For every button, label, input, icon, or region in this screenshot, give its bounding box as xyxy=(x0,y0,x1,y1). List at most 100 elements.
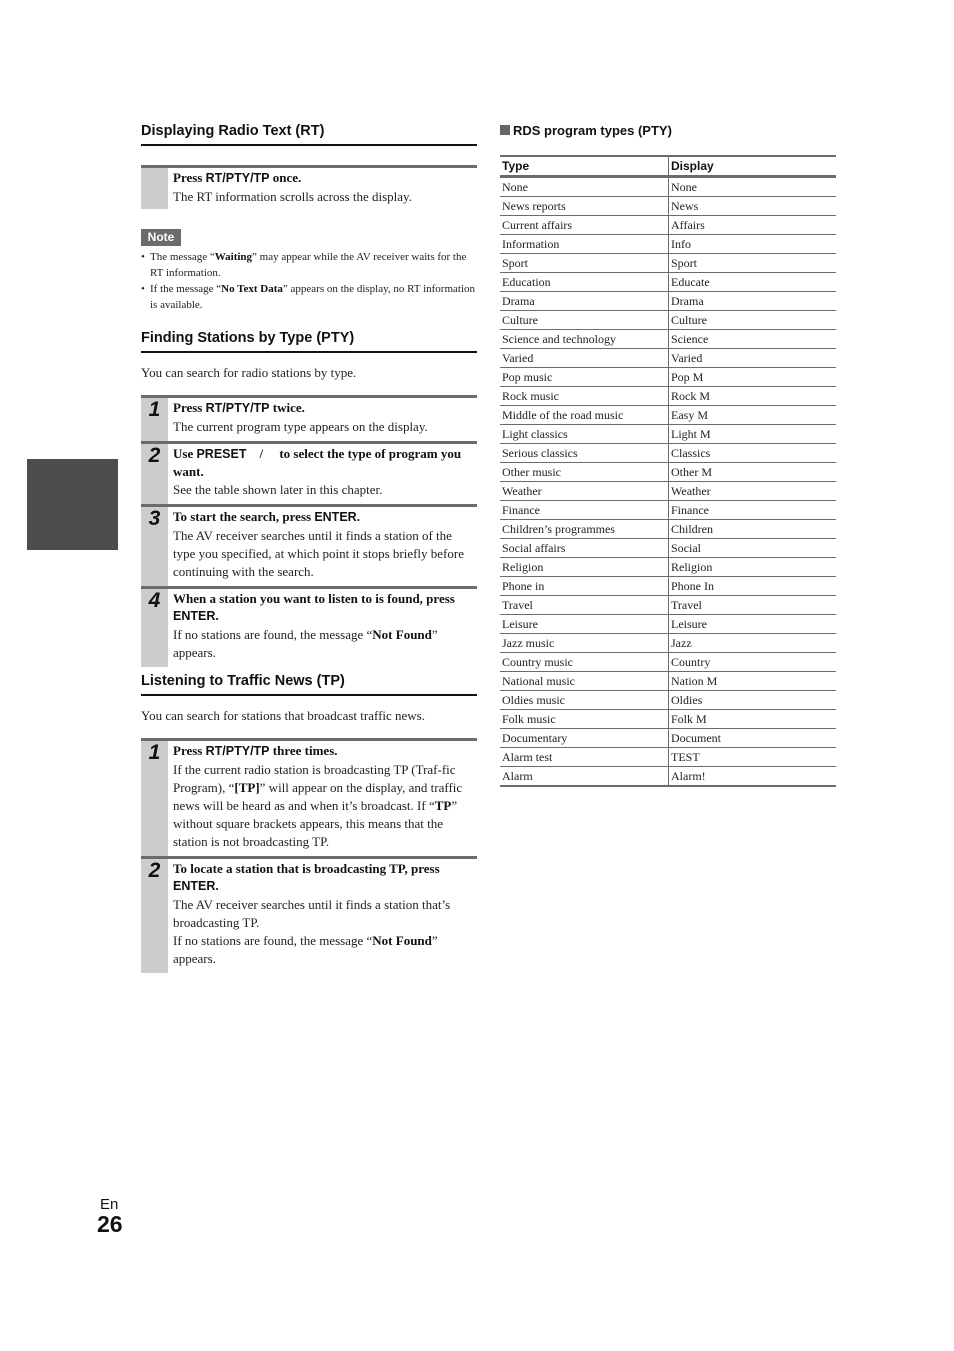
table-row: Travel Travel xyxy=(500,595,836,615)
cell-type: Serious classics xyxy=(500,443,669,463)
step-number: 2 xyxy=(141,444,168,504)
key-name: RT/PTY/TP xyxy=(205,401,270,415)
key-name: RT/PTY/TP xyxy=(205,171,270,185)
table-row: Current affairs Affairs xyxy=(500,215,836,235)
step-description: If the current radio station is broadcas… xyxy=(173,762,463,849)
cell-type: Country music xyxy=(500,652,669,672)
section-title-rt: Displaying Radio Text (RT) xyxy=(141,122,477,146)
cell-display: Classics xyxy=(668,443,836,463)
cell-display: News xyxy=(668,196,836,216)
table-row: Religion Religion xyxy=(500,557,836,577)
table-row: Other music Other M xyxy=(500,462,836,482)
step-instruction: To start the search, press ENTER. xyxy=(173,509,360,524)
cell-type: Alarm xyxy=(500,766,669,787)
table-row: Information Info xyxy=(500,234,836,254)
key-name: PRESET xyxy=(196,447,247,461)
step-number: 1 xyxy=(141,398,168,441)
table-row: Jazz music Jazz xyxy=(500,633,836,653)
table-row: Varied Varied xyxy=(500,348,836,368)
cell-display: Jazz xyxy=(668,633,836,653)
cell-type: Phone in xyxy=(500,576,669,596)
cell-display: Culture xyxy=(668,310,836,330)
table-row: National music Nation M xyxy=(500,671,836,691)
cell-display: TEST xyxy=(668,747,836,767)
step-description: The RT information scrolls across the di… xyxy=(173,189,412,204)
cell-display: Travel xyxy=(668,595,836,615)
step-number: 4 xyxy=(141,589,168,667)
cell-type: Information xyxy=(500,234,669,254)
step-instruction: When a station you want to listen to is … xyxy=(173,591,455,623)
cell-type: National music xyxy=(500,671,669,691)
tp-step-2: 2 To locate a station that is broadcasti… xyxy=(141,856,477,973)
cell-type: Drama xyxy=(500,291,669,311)
cell-display: Nation M xyxy=(668,671,836,691)
cell-type: Rock music xyxy=(500,386,669,406)
tp-intro: You can search for stations that broadca… xyxy=(141,708,425,723)
cell-display: Drama xyxy=(668,291,836,311)
table-row: Serious classics Classics xyxy=(500,443,836,463)
table-row: Children’s programmes Children xyxy=(500,519,836,539)
cell-display: Light M xyxy=(668,424,836,444)
square-bullet-icon xyxy=(500,125,510,135)
table-row: Rock music Rock M xyxy=(500,386,836,406)
cell-display: Alarm! xyxy=(668,766,836,787)
table-row: None None xyxy=(500,176,836,197)
table-row: Alarm test TEST xyxy=(500,747,836,767)
cell-type: Documentary xyxy=(500,728,669,748)
section-title-pty: Finding Stations by Type (PTY) xyxy=(141,329,477,353)
cell-type: Varied xyxy=(500,348,669,368)
cell-display: Document xyxy=(668,728,836,748)
step-description: The AV receiver searches until it finds … xyxy=(173,528,464,579)
cell-display: Educate xyxy=(668,272,836,292)
cell-display: Phone In xyxy=(668,576,836,596)
cell-type: Travel xyxy=(500,595,669,615)
pty-intro: You can search for radio stations by typ… xyxy=(141,365,357,380)
cell-display: Finance xyxy=(668,500,836,520)
pty-steps: 1 Press RT/PTY/TP twice. The current pro… xyxy=(141,395,477,667)
cell-display: Folk M xyxy=(668,709,836,729)
cell-display: Leisure xyxy=(668,614,836,634)
cell-type: Middle of the road music xyxy=(500,405,669,425)
note-item: If the message “No Text Data” appears on… xyxy=(141,281,477,313)
cell-type: Light classics xyxy=(500,424,669,444)
cell-display: None xyxy=(668,176,836,197)
step-instruction: Press RT/PTY/TP three times. xyxy=(173,743,338,758)
table-row: Oldies music Oldies xyxy=(500,690,836,710)
cell-type: Science and technology xyxy=(500,329,669,349)
tp-step-1: 1 Press RT/PTY/TP three times. If the cu… xyxy=(141,738,477,856)
cell-display: Country xyxy=(668,652,836,672)
cell-type: Oldies music xyxy=(500,690,669,710)
pty-step-2: 2 Use PRESET / to select the type of pro… xyxy=(141,441,477,504)
cell-display: Rock M xyxy=(668,386,836,406)
rds-table-title: RDS program types (PTY) xyxy=(500,122,672,140)
cell-type: Sport xyxy=(500,253,669,273)
cell-display: Science xyxy=(668,329,836,349)
cell-type: Current affairs xyxy=(500,215,669,235)
step-instruction: Use PRESET / to select the type of progr… xyxy=(173,446,465,479)
section-title-tp: Listening to Traffic News (TP) xyxy=(141,672,477,696)
table-row: Weather Weather xyxy=(500,481,836,501)
key-name: ENTER xyxy=(314,510,357,524)
cell-display: Weather xyxy=(668,481,836,501)
cell-type: Jazz music xyxy=(500,633,669,653)
tp-steps: 1 Press RT/PTY/TP three times. If the cu… xyxy=(141,738,477,973)
table-row: Education Educate xyxy=(500,272,836,292)
table-row: Drama Drama xyxy=(500,291,836,311)
step-instruction: To locate a station that is broadcasting… xyxy=(173,861,440,893)
column-header-display: Display xyxy=(668,156,836,178)
step-number: 2 xyxy=(141,859,168,973)
step-number: 1 xyxy=(141,741,168,856)
pty-step-3: 3 To start the search, press ENTER. The … xyxy=(141,504,477,586)
table-row: Phone in Phone In xyxy=(500,576,836,596)
cell-display: Religion xyxy=(668,557,836,577)
rt-step: Press RT/PTY/TP once. The RT information… xyxy=(141,165,477,211)
pty-step-4: 4 When a station you want to listen to i… xyxy=(141,586,477,667)
cell-type: Education xyxy=(500,272,669,292)
chapter-side-tab xyxy=(27,459,118,550)
note-list: The message “Waiting” may appear while t… xyxy=(141,249,477,313)
table-row: Culture Culture xyxy=(500,310,836,330)
step-description: If no stations are found, the message “N… xyxy=(173,627,438,660)
table-row: Leisure Leisure xyxy=(500,614,836,634)
step-description: See the table shown later in this chapte… xyxy=(173,482,383,497)
rds-program-types-table: Type Display None None News reports News Cur… xyxy=(500,155,836,787)
